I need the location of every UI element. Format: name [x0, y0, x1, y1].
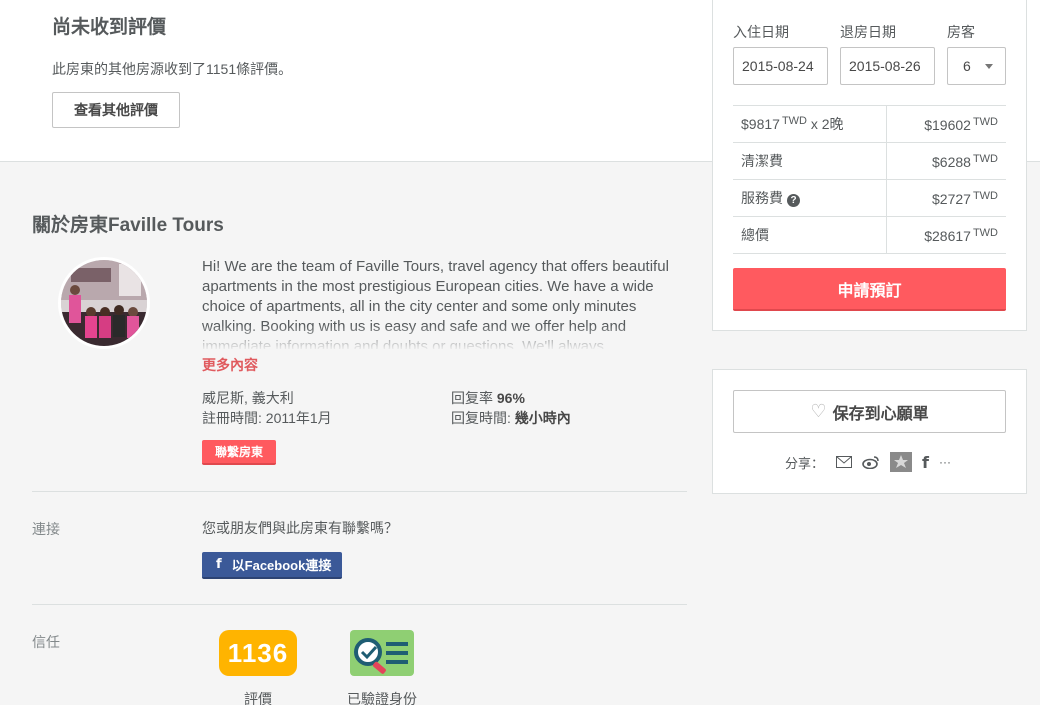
view-other-reviews-button[interactable]: 查看其他評價 — [52, 92, 180, 128]
checkout-label: 退房日期 — [840, 24, 896, 40]
weibo-icon[interactable] — [862, 455, 880, 469]
divider — [32, 491, 687, 492]
service-fee-value: $2727 — [932, 190, 971, 207]
reviews-subtitle: 此房東的其他房源收到了1151條評價。 — [52, 61, 293, 77]
total-value: $28617 — [924, 227, 971, 244]
service-fee-label: 服務費 — [741, 190, 783, 206]
total-label: 總價 — [733, 216, 887, 254]
guests-label: 房客 — [947, 24, 975, 40]
nightly-price: $9817 — [741, 116, 780, 132]
checkin-input[interactable]: 2015-08-24 — [733, 47, 828, 85]
facebook-connect-label: 以Facebook連接 — [231, 558, 332, 573]
wishlist-card: ♡ 保存到心願單 分享： f ··· — [712, 369, 1027, 494]
reviews-title: 尚未收到評價 — [52, 17, 167, 38]
contact-host-button[interactable]: 聯繫房東 — [202, 440, 276, 465]
facebook-icon: f — [216, 557, 222, 572]
response-rate: 回复率 96% — [451, 388, 525, 408]
nightly-total: $19602 — [924, 116, 971, 133]
price-table: $9817 TWD x 2晚 $19602 TWD 清潔費 $6288 TWD 服務費… — [733, 105, 1006, 254]
response-rate-value: 96% — [496, 390, 525, 406]
connect-label: 連接 — [32, 521, 60, 537]
save-to-wishlist-label: 保存到心願單 — [832, 405, 929, 423]
guests-value: 6 — [963, 58, 971, 74]
cleaning-fee-row: 清潔費 $6288 TWD — [733, 142, 1006, 180]
more-icon[interactable]: ··· — [939, 455, 951, 469]
booking-card: 入住日期 退房日期 房客 2015-08-24 2015-08-26 6 $98… — [712, 0, 1027, 331]
response-time-label: 回复時間: — [451, 410, 511, 426]
share-row: 分享： f ··· — [785, 452, 951, 472]
review-count-badge[interactable]: 1136 — [219, 630, 297, 676]
guests-select[interactable]: 6 — [947, 47, 1006, 85]
nightly-price-row: $9817 TWD x 2晚 $19602 TWD — [733, 105, 1006, 143]
question-icon[interactable]: ? — [787, 194, 800, 207]
about-fade — [202, 325, 687, 351]
host-member-since: 註冊時間: 2011年1月 — [202, 410, 332, 426]
checkin-label: 入住日期 — [733, 24, 789, 40]
response-rate-label: 回复率 — [451, 390, 493, 406]
facebook-icon[interactable]: f — [922, 453, 929, 472]
request-booking-button[interactable]: 申請預訂 — [733, 268, 1006, 311]
cleaning-fee-value: $6288 — [932, 153, 971, 170]
facebook-connect-button[interactable]: f 以Facebook連接 — [202, 552, 342, 579]
checkout-input[interactable]: 2015-08-26 — [840, 47, 935, 85]
mail-icon[interactable] — [836, 456, 853, 468]
read-more-link[interactable]: 更多內容 — [202, 355, 258, 375]
currency: TWD — [972, 152, 998, 165]
verified-id-icon — [350, 630, 414, 678]
service-fee-row: 服務費? $2727 TWD — [733, 179, 1006, 217]
host-avatar[interactable] — [58, 257, 150, 349]
host-location: 威尼斯, 義大利 — [202, 390, 294, 406]
connect-question: 您或朋友們與此房東有聯繫嗎？ — [202, 520, 398, 536]
currency: TWD — [972, 226, 998, 239]
currency: TWD — [781, 115, 807, 127]
response-time: 回复時間: 幾小時內 — [451, 408, 571, 428]
total-row: 總價 $28617 TWD — [733, 216, 1006, 254]
currency: TWD — [972, 115, 998, 128]
chevron-down-icon — [985, 64, 993, 69]
qzone-icon[interactable] — [890, 452, 913, 472]
share-label: 分享： — [785, 455, 825, 471]
verified-id-label: 已驗證身份 — [347, 691, 417, 705]
heart-icon: ♡ — [810, 401, 827, 421]
host-title: 關於房東Faville Tours — [32, 215, 224, 236]
cleaning-fee-label: 清潔費 — [733, 142, 887, 180]
response-time-value: 幾小時內 — [514, 410, 571, 426]
review-count-label: 評價 — [244, 691, 272, 705]
nights-count: x 2晚 — [810, 116, 844, 132]
currency: TWD — [972, 189, 998, 202]
divider — [32, 604, 687, 605]
trust-label: 信任 — [32, 634, 60, 650]
save-to-wishlist-button[interactable]: ♡ 保存到心願單 — [733, 390, 1006, 433]
